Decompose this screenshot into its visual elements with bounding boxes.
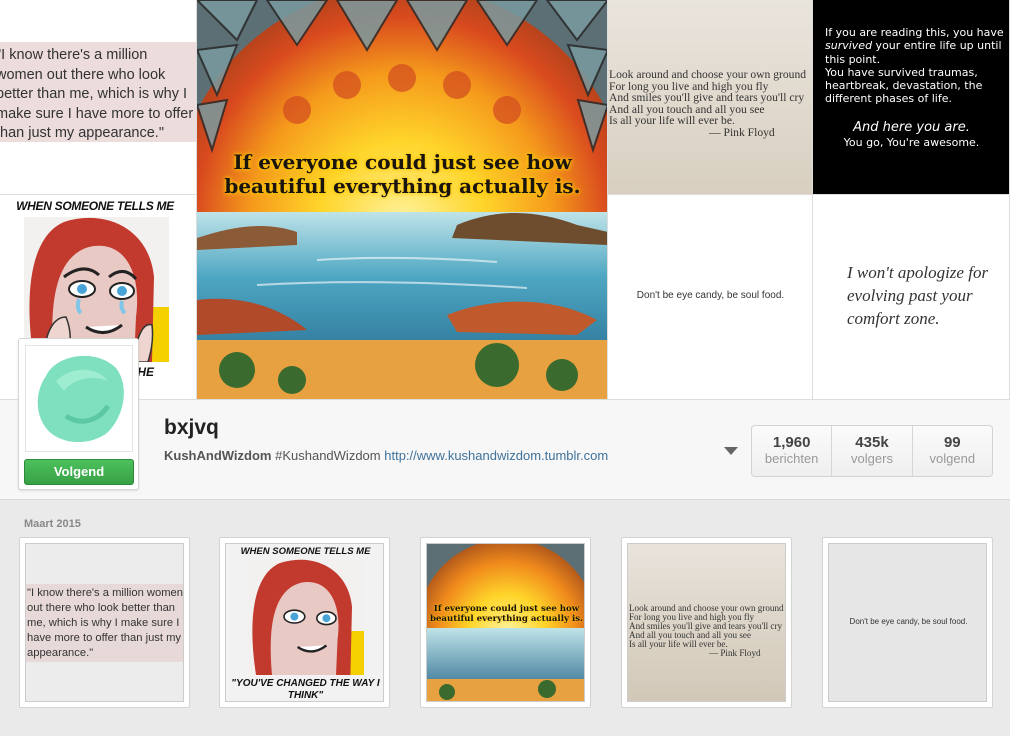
stat-label: volgend xyxy=(929,451,976,466)
stat-following[interactable]: 99 volgend xyxy=(913,426,992,476)
thumbnail-caption-top: WHEN SOMEONE TELLS ME xyxy=(240,546,371,557)
thumbnail-quote: Don't be eye candy, be soul food. xyxy=(849,617,968,626)
thumbnail-poem: Look around and choose your own ground F… xyxy=(629,603,784,659)
mosaic-tile-pink-floyd[interactable]: Look around and choose your own ground F… xyxy=(608,0,813,195)
thumbnail-image: Look around and choose your own ground F… xyxy=(627,543,786,702)
comfort-zone-text: I won't apologize for evolving past your… xyxy=(847,263,989,328)
poem-text: Look around and choose your own ground F… xyxy=(609,68,807,139)
stat-label: berichten xyxy=(764,451,819,466)
follow-button[interactable]: Volgend xyxy=(24,459,134,485)
month-heading: Maart 2015 xyxy=(24,518,81,530)
survived-text: If you are reading this, you have surviv… xyxy=(825,26,1004,106)
stat-value: 1,960 xyxy=(772,434,811,451)
username: bxjvq xyxy=(164,416,219,439)
thumbnail-quote: If everyone could just see how beautiful… xyxy=(429,604,584,624)
thumbnail-author: — Pink Floyd xyxy=(709,648,761,659)
stat-label: volgers xyxy=(851,451,893,466)
mosaic-tile-survived[interactable]: If you are reading this, you have surviv… xyxy=(813,0,1010,195)
stat-followers[interactable]: 435k volgers xyxy=(832,426,913,476)
stat-posts[interactable]: 1,960 berichten xyxy=(752,426,833,476)
thumbnail-quote: "I know there's a million women out ther… xyxy=(27,587,183,659)
quote-text: "I know there's a million women out ther… xyxy=(0,47,194,141)
avatar[interactable] xyxy=(25,345,133,452)
post-thumbnail-4[interactable]: Look around and choose your own ground F… xyxy=(621,537,792,708)
options-dropdown-icon[interactable] xyxy=(724,447,738,455)
mosaic-tile-soul-food[interactable]: Don't be eye candy, be soul food. xyxy=(608,195,813,400)
featured-quote: If everyone could just see how beautiful… xyxy=(224,150,581,198)
you-go-text: You go, You're awesome. xyxy=(843,136,980,149)
profile-bio: KushAndWizdom #KushandWizdom http://www.… xyxy=(164,448,608,463)
header-mosaic: "I know there's a million women out ther… xyxy=(0,0,1010,400)
mosaic-tile-quote-women[interactable]: "I know there's a million women out ther… xyxy=(0,0,197,195)
thumbnail-image: "I know there's a million women out ther… xyxy=(25,543,184,702)
here-you-are-text: And here you are. xyxy=(853,120,970,135)
instagram-profile-page: "I know there's a million women out ther… xyxy=(0,0,1010,736)
sunset-painting xyxy=(197,0,607,399)
mosaic-tile-featured[interactable]: If everyone could just see how beautiful… xyxy=(197,0,608,400)
thumbnail-image: Don't be eye candy, be soul food. xyxy=(828,543,987,702)
bio-link[interactable]: http://www.kushandwizdom.tumblr.com xyxy=(384,448,608,463)
thumbnail-image: WHEN SOMEONE TELLS ME "YOU'VE CHANGED TH… xyxy=(225,543,384,702)
bio-hashtag[interactable]: #KushandWizdom xyxy=(275,448,381,463)
comic-caption: WHEN SOMEONE TELLS ME xyxy=(16,199,174,213)
avatar-card: Volgend xyxy=(18,338,139,490)
post-thumbnail-5[interactable]: Don't be eye candy, be soul food. xyxy=(822,537,993,708)
comic-face-image xyxy=(248,558,364,676)
thumbnail-image: If everyone could just see how beautiful… xyxy=(426,543,585,702)
stat-value: 99 xyxy=(943,434,961,451)
stat-value: 435k xyxy=(855,434,889,451)
thumbnail-caption-bottom: "YOU'VE CHANGED THE WAY I THINK" xyxy=(231,678,380,701)
soul-food-text: Don't be eye candy, be soul food. xyxy=(636,290,785,301)
post-thumbnail-3[interactable]: If everyone could just see how beautiful… xyxy=(420,537,591,708)
post-thumbnail-2[interactable]: WHEN SOMEONE TELLS ME "YOU'VE CHANGED TH… xyxy=(219,537,390,708)
bio-name: KushAndWizdom xyxy=(164,448,272,463)
mosaic-tile-comfort-zone[interactable]: I won't apologize for evolving past your… xyxy=(813,195,1010,400)
post-thumbnail-1[interactable]: "I know there's a million women out ther… xyxy=(19,537,190,708)
poem-author: — Pink Floyd xyxy=(709,125,775,139)
profile-stats: 1,960 berichten 435k volgers 99 volgend xyxy=(751,425,993,477)
